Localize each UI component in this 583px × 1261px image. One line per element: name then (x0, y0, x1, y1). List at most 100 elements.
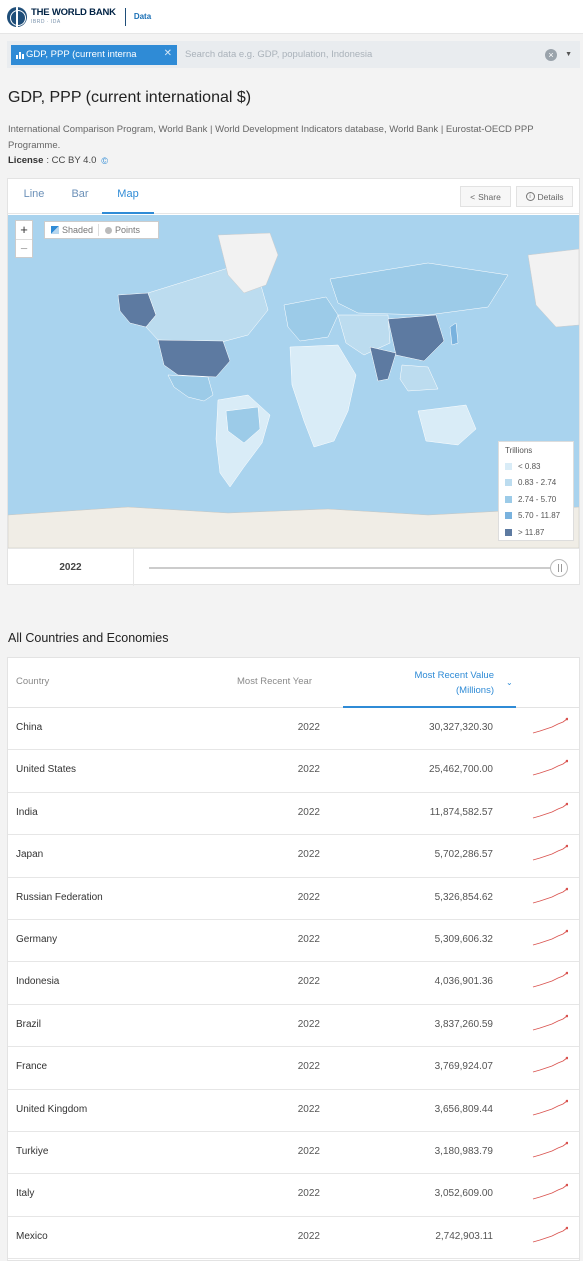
zoom-out-button[interactable]: − (16, 239, 32, 257)
japan-shape (449, 322, 459, 346)
trend-sparkline[interactable] (532, 758, 568, 778)
legend-item[interactable]: < 0.83 (505, 458, 567, 475)
trend-sparkline[interactable] (532, 801, 568, 821)
data-home-link[interactable]: Data (134, 12, 151, 21)
trend-sparkline[interactable] (532, 928, 568, 948)
country-name-link[interactable]: Russian Federation (16, 892, 103, 903)
country-name-link[interactable]: China (16, 722, 42, 733)
table-row[interactable]: United States 2022 25,462,700.00 (8, 750, 579, 793)
world-map[interactable]: + − Shaded Points Trillions < 0.83 0.83 -… (8, 215, 579, 548)
sparkline-path (532, 803, 568, 819)
logo-subtitle: IBRD · IDA (31, 18, 61, 25)
world-bank-globe-icon[interactable] (7, 6, 27, 27)
legend-item[interactable]: 0.83 - 2.74 (505, 475, 567, 492)
sparkline-path (532, 930, 568, 946)
zoom-in-button[interactable]: + (16, 221, 32, 239)
trend-sparkline[interactable] (532, 1098, 568, 1118)
country-name-link[interactable]: India (16, 807, 38, 818)
country-name-link[interactable]: Mexico (16, 1231, 48, 1242)
column-header-value-line1: Most Recent Value (414, 670, 494, 681)
info-icon: i (525, 192, 535, 201)
tab-bar[interactable]: Bar (70, 179, 90, 214)
world-bank-logo[interactable]: THE WORLD BANK IBRD · IDA (31, 8, 116, 25)
legend-item[interactable]: 2.74 - 5.70 (505, 491, 567, 508)
sparkline-path (532, 761, 568, 776)
share-icon: < (470, 191, 476, 202)
shaded-option[interactable]: Shaded (45, 225, 93, 235)
table-row[interactable]: China 2022 30,327,320.30 (8, 708, 579, 751)
legend-item[interactable]: 5.70 - 11.87 (505, 508, 567, 525)
column-header-year[interactable]: Most Recent Year (237, 676, 312, 687)
most-recent-value: 3,769,924.07 (434, 1061, 493, 1073)
details-button[interactable]: i Details (516, 186, 573, 207)
most-recent-year: 2022 (297, 1018, 320, 1030)
table-row[interactable]: Japan 2022 5,702,286.57 (8, 835, 579, 878)
table-row[interactable]: Indonesia 2022 4,036,901.36 (8, 962, 579, 1005)
table-row[interactable]: India 2022 11,874,582.57 (8, 793, 579, 836)
country-name-link[interactable]: Italy (16, 1188, 34, 1199)
indicator-chip[interactable]: GDP, PPP (current interna ✕ (11, 44, 177, 65)
most-recent-value: 5,326,854.62 (434, 891, 493, 903)
southeast-asia-shape (399, 364, 439, 392)
country-name-link[interactable]: Turkiye (16, 1146, 48, 1157)
table-row[interactable]: United Kingdom 2022 3,656,809.44 (8, 1090, 579, 1132)
country-name-link[interactable]: Germany (16, 934, 57, 945)
sparkline-path (532, 888, 568, 903)
chip-close-icon[interactable]: ✕ (164, 48, 172, 59)
trend-sparkline[interactable] (532, 1055, 568, 1075)
most-recent-value: 25,462,700.00 (429, 764, 493, 776)
country-name-link[interactable]: France (16, 1061, 47, 1072)
share-label: Share (478, 191, 501, 202)
legend-item[interactable]: > 11.87 (505, 524, 567, 541)
country-name-link[interactable]: Brazil (16, 1019, 41, 1030)
trend-sparkline[interactable] (532, 1140, 568, 1160)
map-style-toggle: Shaded Points (44, 221, 159, 239)
country-name-link[interactable]: Japan (16, 849, 43, 860)
table-row[interactable]: Turkiye 2022 3,180,983.79 (8, 1132, 579, 1175)
tab-line[interactable]: Line (22, 179, 46, 214)
trend-sparkline[interactable] (532, 970, 568, 990)
sort-chevron-icon[interactable]: ⌄ (506, 678, 513, 687)
mexico-shape (167, 374, 214, 402)
trend-sparkline[interactable] (532, 1013, 568, 1033)
trend-sparkline[interactable] (532, 1225, 568, 1245)
license-value[interactable]: : CC BY 4.0 (46, 155, 96, 166)
search-input[interactable] (185, 44, 546, 65)
table-row[interactable]: Mexico 2022 2,742,903.11 (8, 1217, 579, 1260)
legend-swatch (505, 512, 512, 520)
clear-search-icon[interactable]: × (545, 48, 558, 61)
column-header-country[interactable]: Country (16, 676, 49, 687)
chevron-down-icon[interactable]: ▼ (565, 51, 572, 58)
world-map-canvas (8, 232, 579, 548)
country-name-link[interactable]: Indonesia (16, 976, 59, 987)
trend-sparkline[interactable] (532, 843, 568, 863)
most-recent-year: 2022 (297, 1145, 320, 1157)
table-row[interactable]: Germany 2022 5,309,606.32 (8, 920, 579, 963)
year-slider-handle[interactable] (550, 559, 568, 577)
share-button[interactable]: < Share (460, 186, 511, 207)
country-name-link[interactable]: United Kingdom (16, 1104, 87, 1115)
sparkline-path (532, 1227, 568, 1243)
table-row[interactable]: Italy 2022 3,052,609.00 (8, 1174, 579, 1217)
antarctica-shape (8, 506, 579, 548)
russia-shape (329, 262, 509, 316)
india-shape (369, 346, 397, 382)
trend-sparkline[interactable] (532, 886, 568, 906)
legend-swatch (505, 462, 512, 470)
column-header-value[interactable]: Most Recent Value (Millions) (343, 658, 516, 708)
table-row[interactable]: France 2022 3,769,924.07 (8, 1047, 579, 1090)
tab-map[interactable]: Map (102, 179, 154, 214)
most-recent-year: 2022 (297, 1230, 320, 1242)
trend-sparkline[interactable] (532, 1182, 568, 1202)
most-recent-year: 2022 (297, 933, 320, 945)
source-attribution[interactable]: International Comparison Program, World … (8, 122, 578, 154)
license-info-icon[interactable]: © (101, 156, 108, 166)
country-name-link[interactable]: United States (16, 764, 76, 775)
table-row[interactable]: Brazil 2022 3,837,260.59 (8, 1005, 579, 1048)
table-row[interactable]: Russian Federation 2022 5,326,854.62 (8, 878, 579, 920)
year-slider-track[interactable] (149, 567, 561, 569)
points-option[interactable]: Points (99, 225, 140, 235)
africa-shape (289, 344, 357, 448)
trend-sparkline[interactable] (532, 716, 568, 736)
points-label: Points (115, 225, 141, 235)
